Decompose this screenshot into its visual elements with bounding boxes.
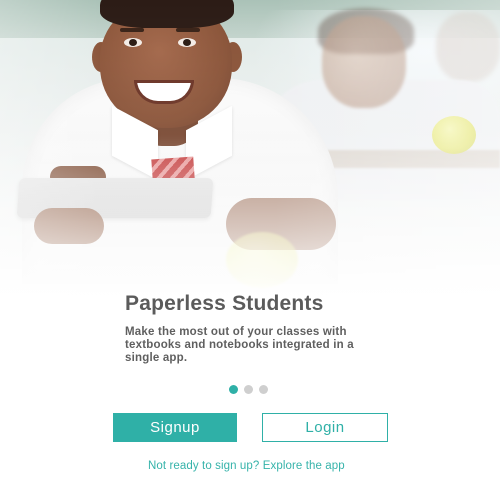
explore-app-link[interactable]: Not ready to sign up? Explore the app [148, 460, 345, 472]
pagination-dot-1[interactable] [229, 385, 238, 394]
page-title: Paperless Students [125, 292, 324, 315]
signup-button[interactable]: Signup [113, 413, 237, 442]
hero-image [0, 0, 500, 300]
login-button[interactable]: Login [262, 413, 388, 442]
onboarding-screen: Paperless Students Make the most out of … [0, 0, 500, 500]
pagination-dots [229, 385, 268, 394]
pagination-dot-2[interactable] [244, 385, 253, 394]
pagination-dot-3[interactable] [259, 385, 268, 394]
page-description: Make the most out of your classes with t… [125, 326, 354, 364]
